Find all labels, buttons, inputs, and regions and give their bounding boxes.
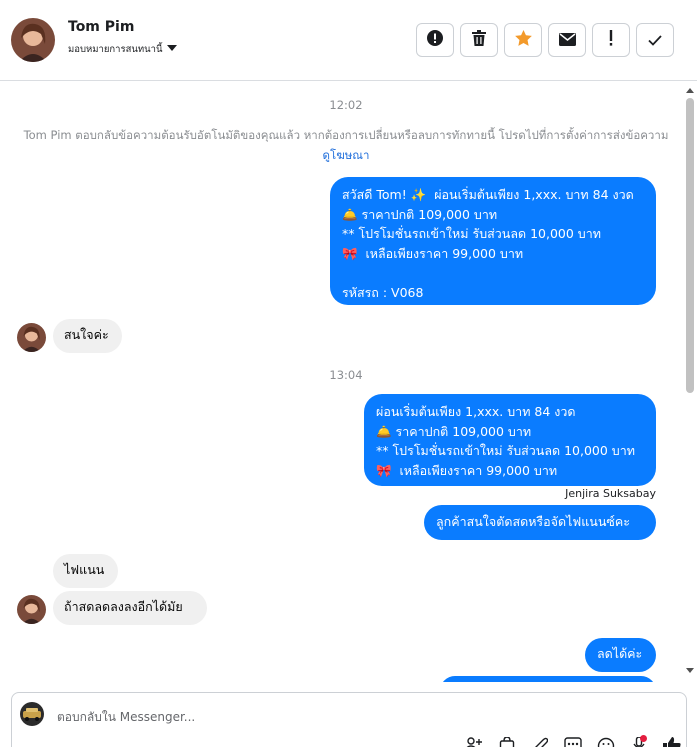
outgoing-message[interactable]: ลดได้ค่ะ <box>585 638 656 672</box>
contact-name[interactable]: Tom Pim <box>68 19 134 35</box>
delete-button[interactable] <box>460 23 498 57</box>
scroll-up-icon[interactable] <box>686 88 694 93</box>
envelope-icon <box>558 31 576 50</box>
alert-button[interactable] <box>416 23 454 57</box>
check-icon <box>648 31 662 50</box>
more-icon[interactable] <box>563 737 583 747</box>
timestamp: 13:04 <box>329 368 363 382</box>
contact-avatar <box>17 323 46 352</box>
incoming-message[interactable]: สนใจค่ะ <box>53 319 122 353</box>
incoming-message[interactable]: ถ้าสดลดลงลงอีกได้มัย <box>53 591 207 625</box>
system-message-text: Tom Pim ตอบกลับข้อความต้อนรับอัตโนมัติขอ… <box>23 128 669 142</box>
reply-input[interactable]: ตอบกลับใน Messenger... <box>57 708 195 727</box>
incoming-message[interactable]: ไฟแนน <box>53 554 118 588</box>
timestamp: 12:02 <box>329 98 363 112</box>
notification-dot <box>640 735 647 742</box>
scrollbar-thumb[interactable] <box>686 98 694 393</box>
assign-conversation-dropdown[interactable]: มอบหมายการสนทนานี้ <box>68 42 177 57</box>
outgoing-message-partial[interactable] <box>440 676 656 682</box>
bag-icon[interactable] <box>497 737 517 747</box>
mic-icon[interactable] <box>629 735 649 747</box>
exclamation-icon <box>609 30 613 50</box>
sender-name: Jenjira Suksabay <box>565 487 656 500</box>
thumbs-up-icon[interactable] <box>662 737 682 747</box>
caret-down-icon <box>166 44 177 55</box>
avatar[interactable] <box>11 18 55 62</box>
view-ad-link[interactable]: ดูโฆษณา <box>323 148 370 162</box>
reply-composer[interactable]: ตอบกลับใน Messenger... <box>11 692 687 747</box>
mark-unread-button[interactable] <box>548 23 586 57</box>
system-message: Tom Pim ตอบกลับข้อความต้อนรับอัตโนมัติขอ… <box>20 125 672 165</box>
contact-avatar <box>17 595 46 624</box>
emoji-icon[interactable] <box>596 737 616 747</box>
alert-icon <box>427 30 443 50</box>
add-person-icon[interactable] <box>464 737 484 747</box>
conversation-header: Tom Pim มอบหมายการสนทนานี้ <box>0 0 697 81</box>
scroll-down-icon[interactable] <box>686 668 694 673</box>
attachment-icon[interactable] <box>530 737 550 747</box>
message-thread: 12:02 Tom Pim ตอบกลับข้อความต้อนรับอัตโน… <box>0 82 685 682</box>
header-toolbar <box>416 23 674 57</box>
star-button[interactable] <box>504 23 542 57</box>
spam-button[interactable] <box>592 23 630 57</box>
page-avatar <box>20 702 44 726</box>
outgoing-message[interactable]: สวัสดี Tom! ✨ ผ่อนเริ่มต้นเพียง 1,xxx. บ… <box>330 177 656 305</box>
trash-icon <box>472 30 486 50</box>
outgoing-message[interactable]: ผ่อนเริ่มต้นเพียง 1,xxx. บาท 84 งวด 🛎️ ร… <box>364 394 656 486</box>
outgoing-message[interactable]: ลูกค้าสนใจตัดสดหรือจัดไฟแนนซ์คะ <box>424 505 656 540</box>
assign-label: มอบหมายการสนทนานี้ <box>68 44 163 55</box>
mark-done-button[interactable] <box>636 23 674 57</box>
star-icon <box>514 30 532 50</box>
composer-tools <box>464 735 682 747</box>
